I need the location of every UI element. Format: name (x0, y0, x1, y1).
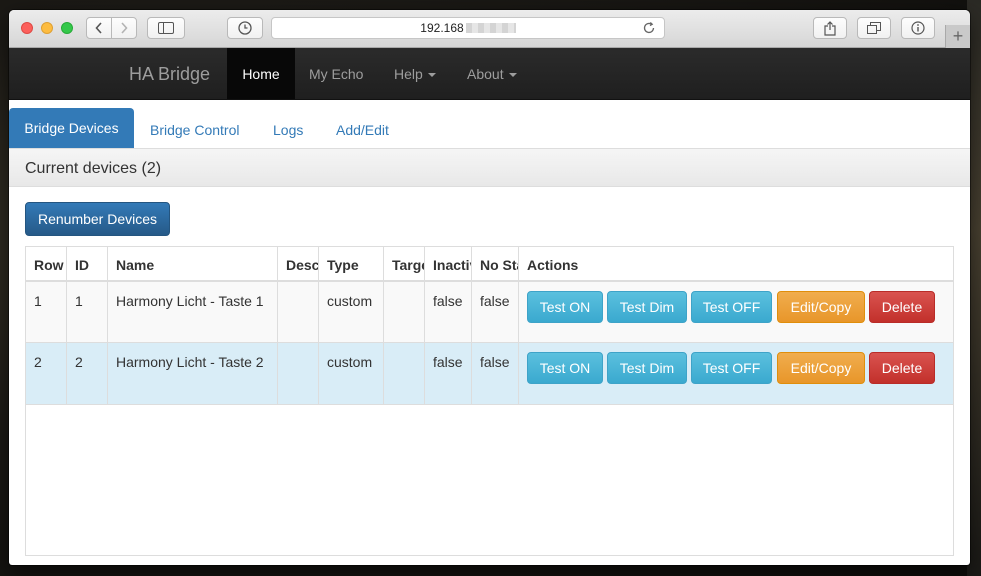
plus-icon: + (952, 26, 964, 46)
tab-label: Bridge Devices (24, 120, 119, 136)
cell-name: Harmony Licht - Taste 1 (108, 282, 278, 342)
share-button[interactable] (813, 17, 847, 39)
nav-item-label: My Echo (309, 66, 364, 82)
brand-link[interactable]: HA Bridge (129, 64, 210, 85)
nav-item-label: About (467, 66, 504, 82)
cell-description (278, 343, 319, 404)
tab-bridge-devices[interactable]: Bridge Devices (9, 108, 134, 148)
history-button[interactable] (227, 17, 263, 39)
cell-type: custom (319, 343, 384, 404)
cell-name: Harmony Licht - Taste 2 (108, 343, 278, 404)
column-header-actions: Actions (527, 257, 579, 273)
cell-actions: Test ON Test Dim Test OFF Edit/Copy Dele… (519, 282, 953, 342)
tab-add-edit[interactable]: Add/Edit (336, 114, 389, 145)
nav-item-help[interactable]: Help (394, 66, 436, 82)
cell-row: 1 (26, 282, 67, 342)
nav-item-label: Help (394, 66, 423, 82)
cell-description (278, 282, 319, 342)
panel-heading: Current devices (2) (9, 148, 970, 187)
nav-item-my-echo[interactable]: My Echo (309, 66, 363, 82)
column-header-description[interactable]: Description (278, 247, 319, 280)
tab-label: Add/Edit (336, 121, 389, 138)
test-on-button[interactable]: Test ON (527, 352, 603, 384)
nav-item-label: Home (242, 65, 280, 82)
cell-target (384, 343, 425, 404)
column-header-type[interactable]: Type (319, 247, 384, 280)
cell-inactive: false (425, 282, 472, 342)
minimize-window-button[interactable] (41, 22, 53, 34)
address-bar[interactable]: 192.168 (271, 17, 665, 39)
column-header-id[interactable]: ID (67, 247, 108, 280)
clock-icon (238, 21, 252, 35)
edit-copy-button[interactable]: Edit/Copy (777, 352, 865, 384)
cell-actions: Test ON Test Dim Test OFF Edit/Copy Dele… (519, 343, 953, 404)
tabs-overview-icon (867, 22, 881, 34)
devices-table: Row ID Name Description Type Target Inac… (25, 246, 954, 556)
forward-button[interactable] (111, 17, 137, 39)
show-tabs-button[interactable] (857, 17, 891, 39)
cell-target (384, 282, 425, 342)
edit-copy-button[interactable]: Edit/Copy (777, 291, 865, 323)
reload-icon[interactable] (642, 21, 656, 35)
cell-id: 2 (67, 343, 108, 404)
tab-label: Bridge Control (150, 121, 240, 138)
test-off-button[interactable]: Test OFF (691, 352, 772, 384)
test-dim-button[interactable]: Test Dim (607, 291, 687, 323)
close-window-button[interactable] (21, 22, 33, 34)
caret-down-icon (427, 73, 436, 78)
panel-title: Current devices (2) (25, 160, 162, 177)
cell-id: 1 (67, 282, 108, 342)
column-header-name[interactable]: Name (108, 247, 278, 280)
cell-no-state: false (472, 343, 519, 404)
table-row: 1 1 Harmony Licht - Taste 1 custom false… (26, 282, 953, 343)
column-header-inactive[interactable]: Inactive (425, 247, 472, 280)
nav-item-home[interactable]: Home (227, 48, 295, 99)
new-tab-button[interactable]: + (945, 25, 970, 48)
cell-inactive: false (425, 343, 472, 404)
table-header-row: Row ID Name Description Type Target Inac… (26, 247, 953, 282)
share-icon (824, 20, 836, 36)
cell-row: 2 (26, 343, 67, 404)
column-header-row[interactable]: Row (26, 247, 67, 280)
info-icon (911, 21, 925, 35)
table-row: 2 2 Harmony Licht - Taste 2 custom false… (26, 343, 953, 405)
cell-type: custom (319, 282, 384, 342)
delete-button[interactable]: Delete (869, 352, 935, 384)
test-on-button[interactable]: Test ON (527, 291, 603, 323)
button-label: Renumber Devices (37, 211, 158, 227)
tab-logs[interactable]: Logs (273, 114, 303, 145)
test-dim-button[interactable]: Test Dim (607, 352, 687, 384)
browser-toolbar: 192.168 + (9, 10, 970, 48)
caret-down-icon (508, 73, 517, 78)
cell-no-state: false (472, 282, 519, 342)
browser-window: 192.168 + HA Bridge Home My Echo Help Ab (9, 10, 970, 565)
tab-bridge-control[interactable]: Bridge Control (150, 114, 240, 145)
info-button[interactable] (901, 17, 935, 39)
renumber-devices-button[interactable]: Renumber Devices (25, 202, 170, 236)
chevron-left-icon (95, 22, 102, 34)
delete-button[interactable]: Delete (869, 291, 935, 323)
nav-item-about[interactable]: About (467, 66, 517, 82)
url-redacted-mask (465, 23, 516, 33)
back-button[interactable] (86, 17, 112, 39)
test-off-button[interactable]: Test OFF (691, 291, 772, 323)
zoom-window-button[interactable] (61, 22, 73, 34)
sidebar-toggle-button[interactable] (147, 17, 185, 39)
tab-label: Logs (273, 121, 304, 138)
chevron-right-icon (121, 22, 128, 34)
url-text: 192.168 (420, 21, 464, 35)
app-navbar: HA Bridge Home My Echo Help About (9, 48, 970, 100)
column-header-no-state[interactable]: No State (472, 247, 519, 280)
sidebar-icon (158, 22, 174, 34)
column-header-target[interactable]: Target (384, 247, 425, 280)
